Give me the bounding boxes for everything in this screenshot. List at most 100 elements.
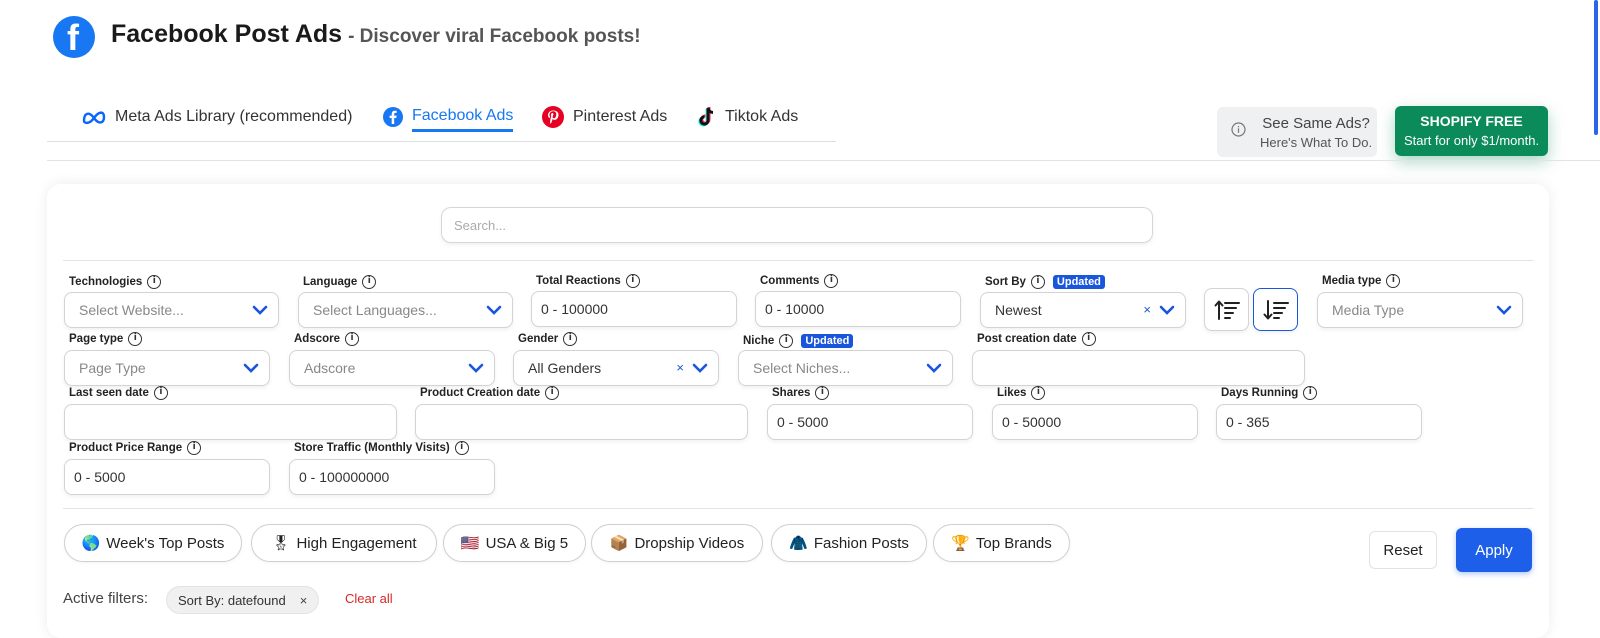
- chevron-down-icon: [1159, 305, 1175, 315]
- sort-by-select[interactable]: Newest ×: [980, 292, 1186, 328]
- remove-filter-icon[interactable]: ×: [300, 593, 308, 608]
- sort-ascending-icon: [1214, 300, 1240, 320]
- chevron-down-icon: [486, 305, 502, 315]
- chevron-down-icon: [1496, 305, 1512, 315]
- meta-icon: [81, 109, 107, 125]
- store-traffic-input[interactable]: 0 - 100000000: [289, 459, 495, 495]
- gender-label: Gender i: [518, 332, 578, 346]
- technologies-select[interactable]: Select Website...: [64, 292, 279, 328]
- apply-button[interactable]: Apply: [1456, 528, 1532, 572]
- adscore-select[interactable]: Adscore: [289, 350, 495, 386]
- info-icon: i: [454, 441, 469, 455]
- info-icon: i: [187, 441, 202, 455]
- tab-facebook-ads[interactable]: Facebook Ads: [382, 100, 514, 134]
- page-scrollbar[interactable]: [1594, 0, 1598, 135]
- days-running-input[interactable]: 0 - 365: [1216, 404, 1422, 440]
- tab-label: Facebook Ads: [412, 107, 514, 132]
- package-icon: 📦: [609, 535, 629, 552]
- language-select[interactable]: Select Languages...: [298, 292, 513, 328]
- page: f Facebook Post Ads - Discover viral Face…: [0, 0, 1600, 638]
- shares-input[interactable]: 0 - 5000: [767, 404, 973, 440]
- active-filter-chip: Sort By: datefound ×: [166, 586, 320, 614]
- see-same-ads-title: See Same Ads?: [1262, 114, 1370, 132]
- updated-badge: Updated: [1052, 275, 1105, 289]
- sort-descending-icon: [1263, 299, 1289, 319]
- niche-label: Niche i Updated: [743, 334, 854, 348]
- language-label: Language i: [303, 275, 377, 289]
- product-creation-date-input[interactable]: [415, 404, 748, 440]
- chevron-down-icon: [243, 363, 259, 373]
- tab-pinterest-ads[interactable]: Pinterest Ads: [541, 100, 667, 134]
- technologies-label: Technologies i: [69, 275, 162, 289]
- info-icon: i: [1030, 275, 1045, 289]
- comments-input[interactable]: 0 - 10000: [755, 291, 961, 327]
- adscore-label: Adscore i: [294, 332, 360, 346]
- page-title-main: Facebook Post Ads: [111, 20, 343, 48]
- store-traffic-label: Store Traffic (Monthly Visits) i: [294, 441, 469, 455]
- reset-button[interactable]: Reset: [1369, 531, 1437, 569]
- last-seen-date-label: Last seen date i: [69, 386, 168, 400]
- sort-descending-button[interactable]: [1253, 288, 1298, 331]
- info-icon: i: [1386, 274, 1401, 288]
- clear-icon[interactable]: ×: [676, 360, 684, 375]
- info-icon: i: [147, 275, 162, 289]
- preset-dropship-videos[interactable]: 📦 Dropship Videos: [591, 524, 763, 562]
- days-running-label: Days Running i: [1221, 386, 1318, 400]
- divider: [63, 508, 1533, 509]
- preset-usa-big-5[interactable]: 🇺🇸 USA & Big 5: [443, 524, 586, 562]
- info-icon: i: [1303, 386, 1318, 400]
- info-icon: i: [625, 274, 640, 288]
- tiktok-icon: [695, 105, 717, 129]
- active-filter-label: Sort By: datefound: [178, 592, 286, 608]
- page-type-select[interactable]: Page Type: [64, 350, 270, 386]
- preset-high-engagement[interactable]: 🎖 High Engagement: [251, 524, 437, 562]
- post-creation-date-input[interactable]: [972, 350, 1305, 386]
- niche-select[interactable]: Select Niches...: [738, 350, 953, 386]
- media-type-select[interactable]: Media Type: [1317, 292, 1523, 328]
- info-icon: i: [362, 275, 377, 289]
- preset-fashion-posts[interactable]: 🧥 Fashion Posts: [771, 524, 927, 562]
- updated-badge: Updated: [801, 334, 854, 348]
- last-seen-date-input[interactable]: [64, 404, 397, 440]
- shares-label: Shares i: [772, 386, 830, 400]
- total-reactions-label: Total Reactions i: [536, 274, 640, 288]
- preset-weeks-top-posts[interactable]: 🌎 Week's Top Posts: [64, 524, 242, 562]
- info-icon: i: [345, 332, 360, 346]
- total-reactions-input[interactable]: 0 - 100000: [531, 291, 737, 327]
- info-icon: i: [153, 386, 168, 400]
- shopify-free-title: SHOPIFY FREE: [1420, 113, 1523, 129]
- page-title: Facebook Post Ads - Discover viral Facebo…: [111, 20, 641, 49]
- info-icon: i: [563, 332, 578, 346]
- sort-by-label: Sort By i Updated: [985, 275, 1105, 289]
- pinterest-icon: [541, 105, 565, 129]
- info-icon: i: [128, 332, 143, 346]
- divider: [63, 260, 1533, 261]
- header-divider: [47, 160, 1600, 161]
- info-icon: i: [1031, 386, 1046, 400]
- gender-select[interactable]: All Genders ×: [513, 350, 719, 386]
- info-icon: i: [824, 274, 839, 288]
- search-input[interactable]: Search...: [441, 207, 1153, 243]
- globe-icon: 🌎: [81, 535, 101, 552]
- facebook-icon: [382, 106, 404, 128]
- media-type-label: Media type i: [1322, 274, 1401, 288]
- tab-tiktok-ads[interactable]: Tiktok Ads: [695, 100, 798, 134]
- clear-icon[interactable]: ×: [1143, 302, 1151, 317]
- clear-all-link[interactable]: Clear all: [345, 591, 393, 606]
- likes-label: Likes i: [997, 386, 1046, 400]
- medal-icon: 🎖: [271, 535, 291, 552]
- product-price-range-label: Product Price Range i: [69, 441, 202, 455]
- chevron-down-icon: [926, 363, 942, 373]
- trophy-icon: 🏆: [951, 535, 970, 552]
- preset-top-brands[interactable]: 🏆 Top Brands: [933, 524, 1070, 562]
- usa-flag-icon: 🇺🇸: [460, 535, 480, 552]
- sort-ascending-button[interactable]: [1204, 288, 1249, 331]
- tab-meta-ads-library[interactable]: Meta Ads Library (recommended): [81, 100, 352, 134]
- product-price-range-input[interactable]: 0 - 5000: [64, 459, 270, 495]
- tab-label: Meta Ads Library (recommended): [115, 108, 353, 125]
- chevron-down-icon: [252, 305, 268, 315]
- see-same-ads-button[interactable]: See Same Ads? Here's What To Do.: [1217, 107, 1377, 157]
- likes-input[interactable]: 0 - 50000: [992, 404, 1198, 440]
- shopify-free-button[interactable]: SHOPIFY FREE Start for only $1/month.: [1395, 106, 1548, 156]
- info-icon: i: [545, 386, 560, 400]
